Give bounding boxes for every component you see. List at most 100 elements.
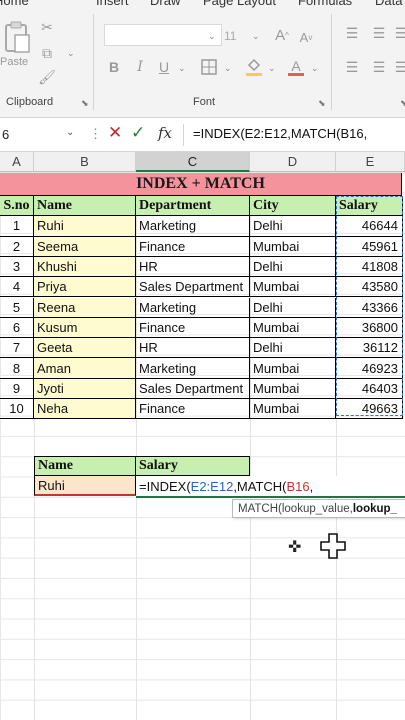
table-cell-sno[interactable]: 8 [0,358,34,379]
tab-home[interactable]: Home [0,0,29,8]
table-cell-name[interactable]: Aman [34,358,136,379]
formula-input[interactable]: =INDEX(E2:E12,MATCH(B16, [193,126,367,141]
table-cell-department[interactable]: Sales Department [136,378,250,399]
table-cell-department[interactable]: Sales Department [136,277,250,298]
lookup-header-name[interactable]: Name [34,456,136,477]
name-box-dropdown-icon[interactable]: ⌄ [66,127,74,138]
table-cell-name[interactable]: Neha [34,399,136,420]
align-left-icon[interactable]: ☰ [343,59,361,75]
borders-dropdown-icon[interactable]: ⌄ [224,63,232,74]
font-name-box[interactable] [104,24,222,46]
table-cell-sno[interactable]: 9 [0,378,34,399]
table-cell-department[interactable]: HR [136,256,250,278]
insert-function-icon[interactable]: fx [158,124,172,142]
table-cell-sno[interactable]: 6 [0,317,34,339]
table-header-name[interactable]: Name [34,196,136,217]
table-cell-salary[interactable]: 45961 [336,236,403,257]
table-cell-salary[interactable]: 43366 [336,297,403,318]
font-color-icon[interactable]: A [286,56,306,78]
table-header-city[interactable]: City [250,196,336,217]
paste-icon[interactable] [2,20,32,54]
align-right-icon[interactable]: ☰ [394,59,405,75]
table-header-salary[interactable]: Salary [336,196,403,217]
font-size-dropdown-icon[interactable]: ⌄ [252,31,260,42]
table-cell-name[interactable]: Ruhi [34,216,136,237]
more-options-icon[interactable]: ⋮ [89,126,102,142]
table-cell-department[interactable]: HR [136,338,250,359]
table-cell-city[interactable]: Mumbai [250,317,336,339]
underline-dropdown-icon[interactable]: ⌄ [178,63,186,74]
table-cell-salary[interactable]: 43580 [336,277,403,298]
table-cell-department[interactable]: Marketing [136,297,250,318]
lookup-formula-cell[interactable]: =INDEX(E2:E12 ,MATCH(B16, [136,476,405,498]
confirm-entry-icon[interactable]: ✓ [131,123,145,143]
clipboard-launcher-icon[interactable]: ⬊ [81,98,89,109]
table-cell-salary[interactable]: 36800 [336,317,403,339]
bold-icon[interactable]: B [106,58,122,76]
borders-icon[interactable] [199,58,219,76]
table-cell-name[interactable]: Seema [34,236,136,257]
cancel-entry-icon[interactable]: ✕ [108,123,122,143]
table-cell-department[interactable]: Finance [136,399,250,420]
align-bottom-icon[interactable]: ☰ [394,25,405,41]
copy-icon[interactable]: ⧉ [38,44,56,62]
table-cell-city[interactable]: Delhi [250,338,336,359]
tab-draw[interactable]: Draw [150,0,180,8]
tab-data[interactable]: Data [375,0,402,8]
table-cell-city[interactable]: Mumbai [250,378,336,399]
table-cell-city[interactable]: Delhi [250,297,336,318]
column-header-e[interactable]: E [336,152,405,172]
table-cell-department[interactable]: Finance [136,236,250,257]
table-cell-department[interactable]: Marketing [136,358,250,379]
shrink-font-icon[interactable]: Av [296,27,316,47]
table-cell-name[interactable]: Jyoti [34,378,136,399]
table-cell-department[interactable]: Marketing [136,216,250,237]
table-cell-city[interactable]: Mumbai [250,236,336,257]
table-cell-department[interactable]: Finance [136,317,250,339]
table-cell-city[interactable]: Mumbai [250,399,336,420]
table-cell-name[interactable]: Khushi [34,256,136,278]
column-header-a[interactable]: A [0,152,34,172]
table-cell-salary[interactable]: 41808 [336,256,403,278]
table-cell-salary[interactable]: 46923 [336,358,403,379]
tab-formulas[interactable]: Formulas [298,0,352,8]
table-cell-city[interactable]: Delhi [250,216,336,237]
column-header-d[interactable]: D [250,152,336,172]
align-middle-icon[interactable]: ☰ [370,25,388,41]
table-cell-name[interactable]: Geeta [34,338,136,359]
font-size-value[interactable]: 11 [224,29,236,43]
table-cell-sno[interactable]: 7 [0,338,34,359]
table-title[interactable]: INDEX + MATCH [0,173,402,196]
italic-icon[interactable]: I [132,58,148,76]
table-cell-sno[interactable]: 5 [0,297,34,318]
table-cell-salary[interactable]: 46403 [336,378,403,399]
underline-icon[interactable]: U [156,58,172,76]
table-cell-name[interactable]: Reena [34,297,136,318]
font-launcher-icon[interactable]: ⬊ [318,98,326,109]
table-cell-city[interactable]: Mumbai [250,277,336,298]
format-painter-icon[interactable]: 🖌 [38,68,56,86]
table-cell-salary[interactable]: 46644 [336,216,403,237]
grow-font-icon[interactable]: A ^ [272,25,292,45]
table-cell-city[interactable]: Mumbai [250,358,336,379]
font-color-dropdown-icon[interactable]: ⌄ [311,63,319,74]
copy-dropdown-icon[interactable]: ⌄ [67,48,75,59]
function-tooltip[interactable]: MATCH(lookup_value, lookup_ [232,499,405,518]
lookup-header-salary[interactable]: Salary [136,456,250,477]
fill-color-icon[interactable] [244,56,264,78]
column-header-c[interactable]: C [136,152,250,172]
table-cell-sno[interactable]: 2 [0,236,34,257]
table-cell-city[interactable]: Delhi [250,256,336,278]
paste-label[interactable]: Paste [0,56,28,68]
table-cell-salary[interactable]: 49663 [336,399,403,420]
table-cell-sno[interactable]: 10 [0,399,34,420]
align-top-icon[interactable]: ☰ [343,25,361,41]
lookup-name-cell[interactable]: Ruhi [34,476,136,497]
table-cell-name[interactable]: Kusum [34,317,136,339]
table-cell-sno[interactable]: 1 [0,216,34,237]
alignment-launcher-icon[interactable]: ⬊ [400,98,405,109]
fill-color-dropdown-icon[interactable]: ⌄ [268,63,276,74]
table-header-sno[interactable]: S.no [0,196,34,217]
font-name-dropdown-icon[interactable]: ⌄ [208,31,216,42]
column-header-b[interactable]: B [34,152,136,172]
